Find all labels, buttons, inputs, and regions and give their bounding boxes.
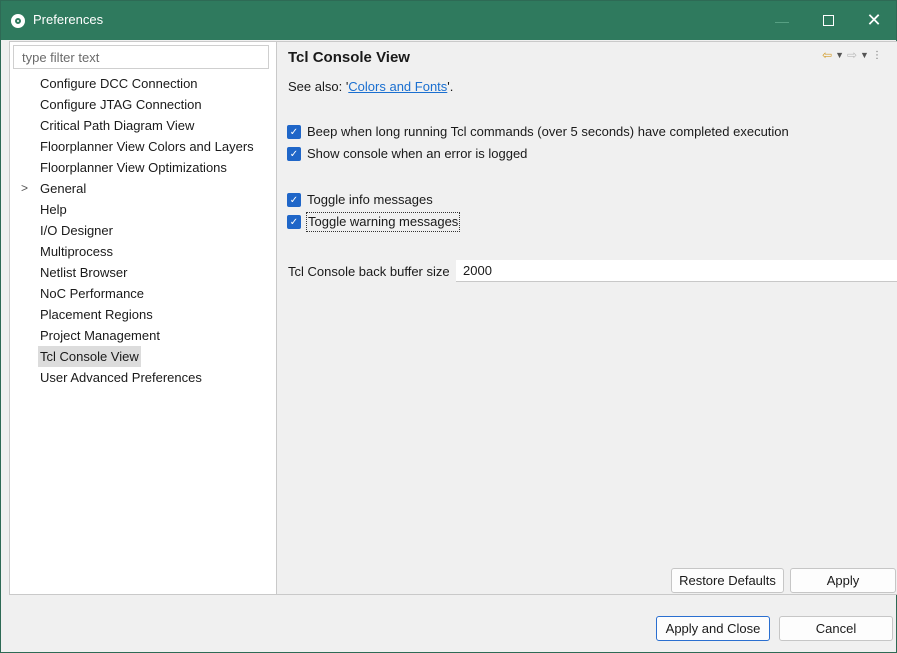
forward-dropdown-icon[interactable]: ▼ — [860, 50, 869, 60]
toggle-info-option-label: Toggle info messages — [307, 192, 433, 207]
apply-button[interactable]: Apply — [790, 568, 896, 593]
tree-item[interactable]: Placement Regions — [10, 304, 276, 325]
back-arrow-icon[interactable]: ⇦ — [822, 48, 832, 62]
show-console-option[interactable]: ✓ Show console when an error is logged — [287, 144, 528, 164]
page-nav-toolbar: ⇦ ▼ ⇨ ▼ ⋮ — [822, 48, 882, 62]
maximize-button[interactable] — [805, 1, 851, 40]
page-title: Tcl Console View — [288, 49, 410, 66]
back-dropdown-icon[interactable]: ▼ — [835, 50, 844, 60]
tree-item-label: Project Management — [40, 328, 160, 343]
expand-chevron-icon[interactable]: > — [21, 178, 28, 199]
tree-item-label: Netlist Browser — [40, 265, 128, 280]
tree-item[interactable]: NoC Performance — [10, 283, 276, 304]
title-bar: Preferences — ✕ — [1, 1, 896, 40]
checkbox-checked-icon[interactable]: ✓ — [287, 193, 301, 207]
restore-defaults-button[interactable]: Restore Defaults — [671, 568, 784, 593]
view-menu-icon[interactable]: ⋮ — [872, 50, 882, 61]
colors-and-fonts-link[interactable]: Colors and Fonts — [348, 79, 447, 94]
forward-arrow-icon[interactable]: ⇨ — [847, 48, 857, 62]
tree-item[interactable]: Critical Path Diagram View — [10, 115, 276, 136]
close-button[interactable]: ✕ — [851, 1, 897, 40]
filter-input[interactable] — [13, 45, 269, 69]
tree-item[interactable]: I/O Designer — [10, 220, 276, 241]
tree-item[interactable]: > General — [10, 178, 276, 199]
tree-item-label: I/O Designer — [40, 223, 113, 238]
tree-item-label: General — [40, 181, 87, 196]
preference-page: Tcl Console View ⇦ ▼ ⇨ ▼ ⋮ See also: 'Co… — [277, 41, 897, 595]
tree-item-label: NoC Performance — [40, 286, 145, 301]
tree-item-label: Configure JTAG Connection — [40, 97, 202, 112]
toggle-warning-option-label: Toggle warning messages — [306, 212, 461, 232]
minimize-button[interactable]: — — [759, 1, 805, 40]
apply-and-close-button[interactable]: Apply and Close — [656, 616, 770, 641]
see-also-text: See also: 'Colors and Fonts'. — [288, 79, 454, 94]
maximize-icon — [822, 15, 834, 26]
tree-item[interactable]: Project Management — [10, 325, 276, 346]
tree-item-label: Multiprocess — [40, 244, 113, 259]
beep-option-label: Beep when long running Tcl commands (ove… — [307, 124, 789, 139]
tree-item[interactable]: Floorplanner View Colors and Layers — [10, 136, 276, 157]
buffer-size-label: Tcl Console back buffer size — [288, 264, 450, 279]
beep-option[interactable]: ✓ Beep when long running Tcl commands (o… — [287, 122, 790, 142]
tree-item-label: Tcl Console View — [38, 346, 141, 367]
tree-item[interactable]: User Advanced Preferences — [10, 367, 276, 388]
checkbox-checked-icon[interactable]: ✓ — [287, 215, 301, 229]
buffer-size-input[interactable] — [456, 260, 897, 282]
cancel-button[interactable]: Cancel — [779, 616, 893, 641]
tree-item-label: Help — [40, 202, 67, 217]
toggle-warning-option[interactable]: ✓ Toggle warning messages — [287, 212, 461, 232]
tree-item[interactable]: Help — [10, 199, 276, 220]
tree-item[interactable]: Configure JTAG Connection — [10, 94, 276, 115]
app-logo-icon — [11, 14, 25, 28]
show-console-option-label: Show console when an error is logged — [307, 146, 528, 161]
window-title: Preferences — [33, 12, 104, 27]
tree-item-label: Critical Path Diagram View — [40, 118, 195, 133]
checkbox-checked-icon[interactable]: ✓ — [287, 125, 301, 139]
preference-tree: Configure DCC Connection Configure JTAG C… — [10, 73, 276, 388]
tree-item[interactable]: Floorplanner View Optimizations — [10, 157, 276, 178]
tree-item-label: Floorplanner View Optimizations — [40, 160, 227, 175]
tree-item[interactable]: Netlist Browser — [10, 262, 276, 283]
checkbox-checked-icon[interactable]: ✓ — [287, 147, 301, 161]
tree-item[interactable]: Tcl Console View — [10, 346, 276, 367]
tree-item[interactable]: Configure DCC Connection — [10, 73, 276, 94]
tree-item-label: Floorplanner View Colors and Layers — [40, 139, 254, 154]
tree-item-label: User Advanced Preferences — [40, 370, 202, 385]
preference-tree-panel: Configure DCC Connection Configure JTAG C… — [9, 41, 277, 595]
tree-item[interactable]: Multiprocess — [10, 241, 276, 262]
toggle-info-option[interactable]: ✓ Toggle info messages — [287, 190, 434, 210]
tree-item-label: Configure DCC Connection — [40, 76, 198, 91]
tree-item-label: Placement Regions — [40, 307, 153, 322]
preferences-window: Preferences — ✕ Configure DCC Connection… — [0, 0, 897, 653]
